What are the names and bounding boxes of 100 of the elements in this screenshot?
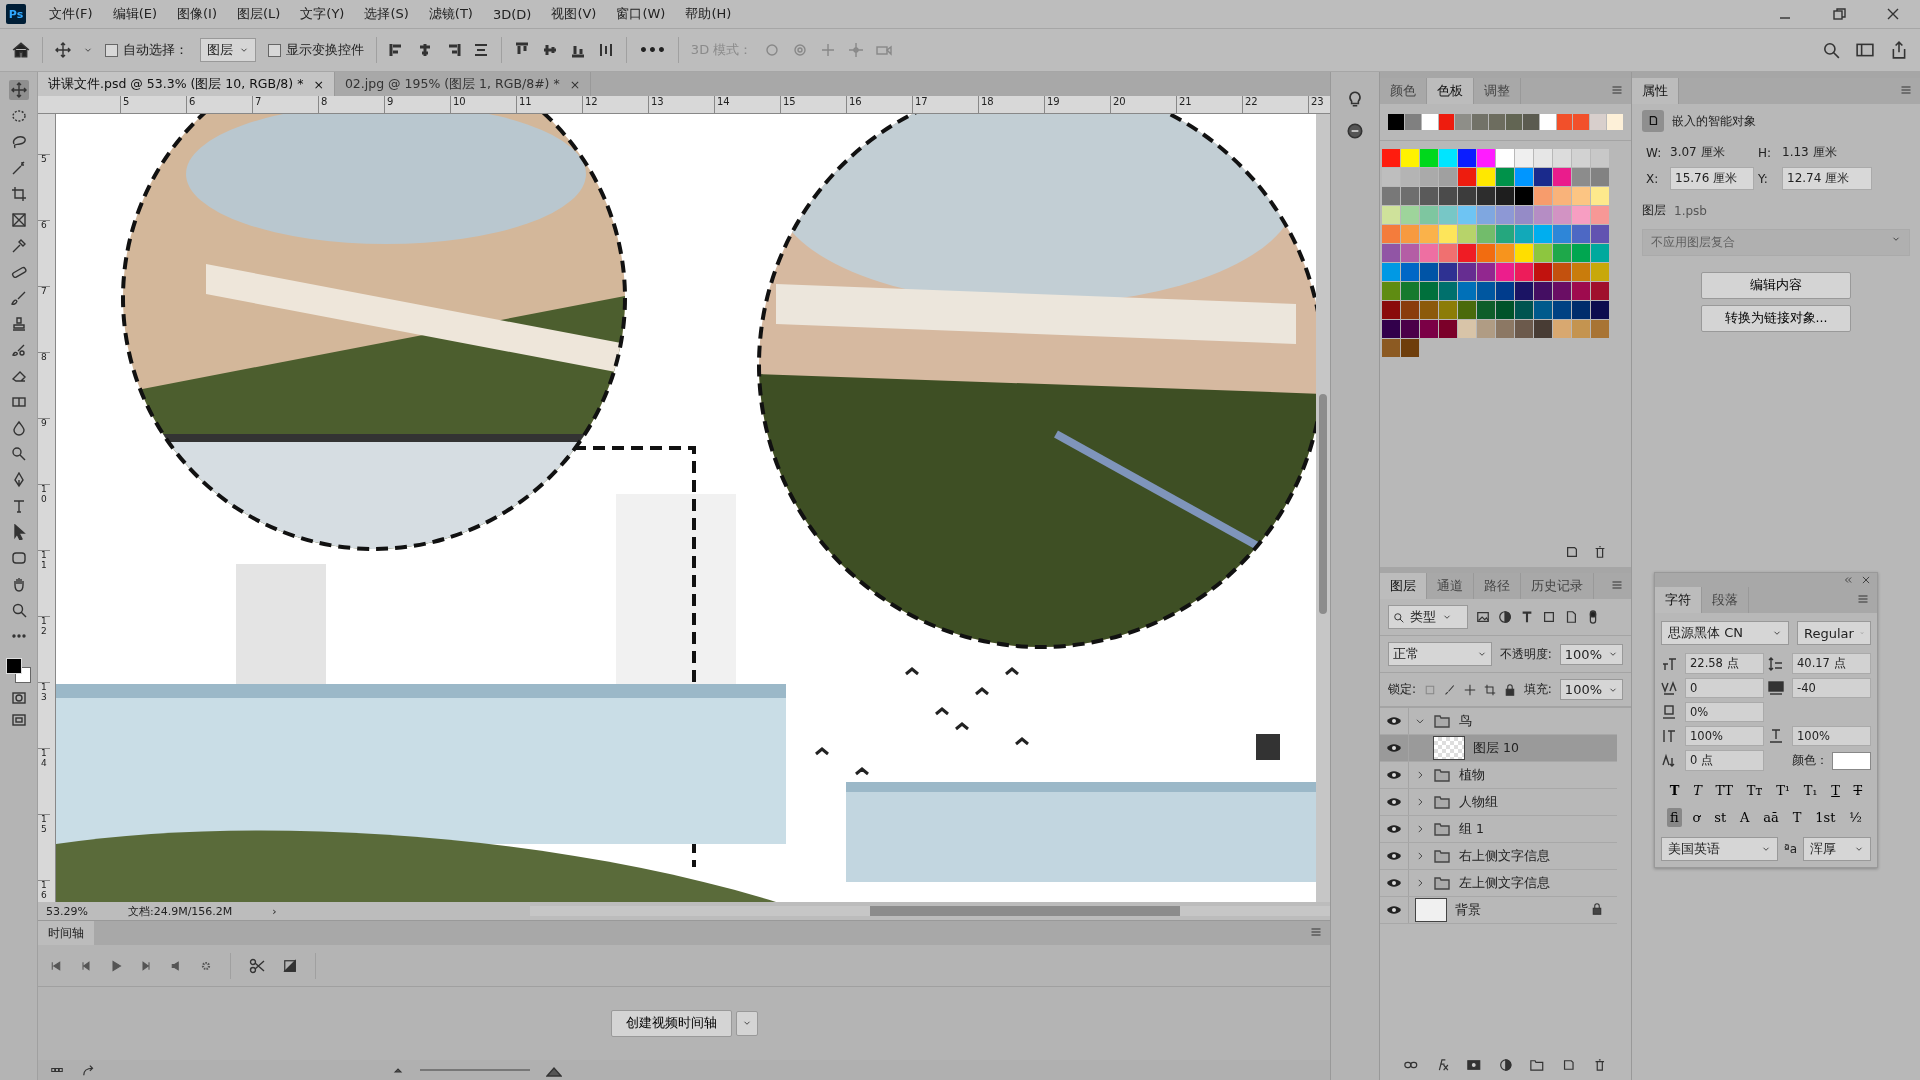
panel-tab[interactable]: 字符: [1655, 587, 1702, 613]
layer-name[interactable]: 右上侧文字信息: [1459, 843, 1550, 869]
panel-tab[interactable]: 时间轴: [38, 921, 94, 945]
type-style-button[interactable]: T: [1850, 781, 1866, 800]
layer-name[interactable]: 鸟: [1459, 708, 1472, 734]
type-style-button[interactable]: T¹: [1773, 781, 1794, 800]
status-menu-arrow[interactable]: ›: [272, 904, 277, 918]
document-tab[interactable]: 讲课文件.psd @ 53.3% (图层 10, RGB/8) * ×: [38, 72, 335, 96]
opentype-button[interactable]: T: [1789, 808, 1805, 827]
ruler-label: 10: [41, 484, 47, 504]
opentype-button[interactable]: A: [1737, 808, 1753, 827]
ruler-label: 15: [780, 96, 846, 113]
ruler-label: 12: [582, 96, 648, 113]
ruler-label: 11: [41, 550, 47, 570]
panel-tab[interactable]: 调整: [1474, 78, 1521, 104]
layer-name[interactable]: 图层 10: [1473, 735, 1519, 761]
ruler-label: 17: [912, 96, 978, 113]
ruler-label: 10: [450, 96, 516, 113]
width-label: W:: [1646, 145, 1663, 160]
ruler-label: 22: [1242, 96, 1308, 113]
ruler-label: 23: [1308, 96, 1330, 113]
ruler-label: 21: [1176, 96, 1242, 113]
layer-name[interactable]: 左上侧文字信息: [1459, 870, 1550, 896]
fill-label: 填充:: [1523, 681, 1552, 698]
menu-item[interactable]: 视图(V): [542, 2, 606, 26]
type-style-button[interactable]: T: [1828, 781, 1843, 800]
panel-tab[interactable]: 图层: [1380, 573, 1427, 599]
menu-item[interactable]: 文件(F): [40, 2, 102, 26]
y-field[interactable]: 12.74 厘米: [1782, 167, 1872, 190]
action-button[interactable]: 转换为链接对象...: [1701, 305, 1851, 332]
ruler-label: 9: [384, 96, 450, 113]
panel-tab[interactable]: 路径: [1474, 573, 1521, 599]
language-dropdown[interactable]: 美国英语: [1661, 837, 1778, 861]
panel-tab[interactable]: 历史记录: [1521, 573, 1594, 599]
type-style-button[interactable]: T: [1666, 781, 1683, 800]
menu-item[interactable]: 滤镜(T): [419, 2, 482, 26]
panel-tab[interactable]: 段落: [1702, 587, 1749, 613]
document-size: 文档:24.9M/156.2M: [127, 903, 233, 919]
ruler-label: 8: [318, 96, 384, 113]
type-style-button[interactable]: Tт: [1743, 781, 1766, 800]
height-label: H:: [1758, 145, 1773, 160]
type-style-button[interactable]: T₁: [1800, 781, 1821, 800]
ruler-label: 12: [41, 616, 47, 636]
x-field[interactable]: 15.76 厘米: [1670, 167, 1754, 190]
type-style-button[interactable]: T: [1690, 781, 1705, 800]
panel-tab[interactable]: 通道: [1427, 573, 1474, 599]
panel-tab[interactable]: 属性: [1632, 78, 1679, 104]
opentype-button[interactable]: aā: [1760, 808, 1782, 827]
type-style-button[interactable]: TT: [1712, 781, 1736, 800]
baseline-shift-field[interactable]: 0 点: [1685, 750, 1764, 771]
font-size-field[interactable]: 22.58 点: [1685, 653, 1764, 674]
menu-item[interactable]: 窗口(W): [607, 2, 675, 26]
fill-field[interactable]: 100%: [1559, 679, 1624, 700]
layer-name[interactable]: 组 1: [1459, 816, 1484, 842]
menu-item[interactable]: 帮助(H): [676, 2, 741, 26]
menu-item[interactable]: 图像(I): [168, 2, 226, 26]
leading-field[interactable]: 40.17 点: [1792, 653, 1871, 674]
opacity-field[interactable]: 100%: [1559, 643, 1623, 665]
auto-select-checkbox[interactable]: 自动选择：: [105, 41, 188, 59]
ruler-label: 14: [41, 748, 47, 768]
layer-name[interactable]: 植物: [1459, 762, 1485, 788]
zoom-level[interactable]: 53.29%: [46, 904, 88, 918]
more-options-button[interactable]: •••: [639, 42, 666, 58]
opentype-button[interactable]: st: [1711, 808, 1730, 827]
target-dropdown[interactable]: 图层: [200, 38, 256, 62]
lock-label: 锁定:: [1388, 681, 1417, 698]
menu-item[interactable]: 图层(L): [227, 2, 290, 26]
ruler-label: 5: [41, 154, 47, 164]
antialias-dropdown[interactable]: 浑厚: [1803, 837, 1871, 861]
blend-mode-dropdown[interactable]: 正常: [1388, 642, 1492, 666]
close-tab-button[interactable]: ×: [569, 76, 581, 92]
layer-name[interactable]: 背景: [1455, 897, 1481, 923]
color-label: 颜色：: [1792, 753, 1828, 768]
panel-tab[interactable]: 色板: [1427, 78, 1474, 104]
layer-name[interactable]: 人物组: [1459, 789, 1498, 815]
action-button[interactable]: 编辑内容: [1701, 272, 1851, 299]
horizontal-scale-field[interactable]: 100%: [1792, 726, 1871, 746]
menu-item[interactable]: 文字(Y): [291, 2, 354, 26]
menu-item[interactable]: 选择(S): [355, 2, 418, 26]
opentype-button[interactable]: ơ: [1689, 808, 1704, 827]
ruler-label: 5: [120, 96, 186, 113]
font-family-dropdown[interactable]: 思源黑体 CN: [1661, 621, 1789, 645]
ruler-label: 13: [41, 682, 47, 702]
tracking-field[interactable]: -40: [1792, 678, 1871, 698]
vertical-scale-field[interactable]: 100%: [1685, 726, 1764, 746]
close-tab-button[interactable]: ×: [313, 76, 324, 92]
transform-controls-checkbox[interactable]: 显示变换控件: [268, 41, 364, 59]
create-video-timeline-button[interactable]: 创建视频时间轴: [610, 1010, 732, 1037]
opentype-button[interactable]: ½: [1846, 808, 1865, 827]
opentype-button[interactable]: 1st: [1812, 808, 1839, 827]
opentype-button[interactable]: fi: [1666, 808, 1682, 827]
menu-item[interactable]: 3D(D): [483, 3, 541, 25]
kerning-field[interactable]: 0: [1685, 678, 1764, 698]
layer-filter-dropdown[interactable]: 类型: [1388, 605, 1468, 629]
tsume-field[interactable]: 0%: [1685, 702, 1764, 722]
app-logo: Ps: [6, 4, 26, 24]
font-style-dropdown[interactable]: Regular: [1797, 621, 1871, 645]
object-type: 嵌入的智能对象: [1672, 112, 1756, 130]
menu-item[interactable]: 编辑(E): [103, 2, 166, 26]
ruler-label: 16: [846, 96, 912, 113]
